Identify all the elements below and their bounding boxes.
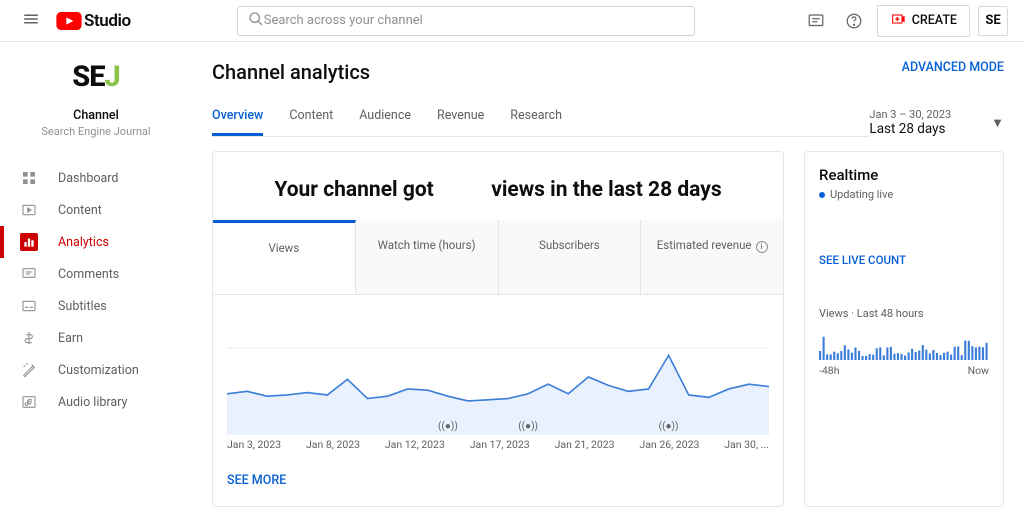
main-content: Channel analytics ADVANCED MODE Overview… [192, 42, 1024, 525]
sidebar-item-comments[interactable]: Comments [0, 258, 192, 290]
channel-title: Channel [0, 108, 192, 123]
realtime-live-status: Updating live [819, 188, 989, 201]
sidebar-item-label: Analytics [58, 235, 109, 250]
broadcast-icon: ((●)) [438, 421, 458, 432]
realtime-chart [819, 328, 989, 360]
sidebar-item-customization[interactable]: Customization [0, 354, 192, 386]
metric-tab-subscribers[interactable]: Subscribers [499, 220, 642, 294]
sidebar-item-content[interactable]: Content [0, 194, 192, 226]
sidebar-item-label: Subtitles [58, 299, 107, 314]
tab-research[interactable]: Research [510, 98, 562, 136]
metric-tab-revenue[interactable]: Estimated revenuei [641, 220, 783, 294]
youtube-icon [56, 12, 82, 30]
channel-subtitle: Search Engine Journal [0, 125, 192, 138]
sidebar-item-label: Customization [58, 363, 139, 378]
realtime-title: Realtime [819, 166, 989, 184]
realtime-range: -48h Now [819, 364, 989, 377]
feedback-icon[interactable] [801, 6, 831, 36]
sidebar-item-earn[interactable]: Earn [0, 322, 192, 354]
sidebar-item-label: Audio library [58, 395, 127, 410]
dashboard-icon [20, 169, 38, 187]
search-box[interactable] [237, 6, 695, 36]
metric-tab-watch-time[interactable]: Watch time (hours) [356, 220, 499, 294]
overview-card: Your channel got views in the last 28 da… [212, 151, 784, 507]
analytics-icon [20, 233, 38, 251]
comments-icon [20, 265, 38, 283]
live-dot-icon [819, 192, 825, 198]
advanced-mode-link[interactable]: ADVANCED MODE [902, 60, 1004, 75]
tab-content[interactable]: Content [289, 98, 333, 136]
tab-overview[interactable]: Overview [212, 98, 263, 136]
analytics-tabs: Overview Content Audience Revenue Resear… [212, 98, 869, 137]
date-range-small: Jan 3 – 30, 2023 [869, 108, 951, 121]
account-avatar[interactable]: SE [978, 6, 1008, 36]
sidebar-item-label: Comments [58, 267, 119, 282]
tab-revenue[interactable]: Revenue [437, 98, 484, 136]
realtime-card: Realtime Updating live SEE LIVE COUNT Vi… [804, 151, 1004, 507]
see-live-count-link[interactable]: SEE LIVE COUNT [819, 253, 989, 267]
studio-word: Studio [84, 11, 131, 31]
sidebar-item-dashboard[interactable]: Dashboard [0, 162, 192, 194]
overview-headline: Your channel got views in the last 28 da… [227, 178, 769, 202]
create-plus-icon [890, 11, 906, 31]
realtime-views-label: Views · Last 48 hours [819, 307, 989, 320]
create-label: CREATE [912, 13, 957, 28]
chevron-down-icon: ▼ [991, 115, 1004, 131]
info-icon: i [756, 241, 768, 253]
metric-tab-views[interactable]: Views [213, 220, 356, 294]
channel-logo: SEJ [0, 60, 192, 94]
broadcast-icon: ((●)) [659, 421, 679, 432]
customization-icon [20, 361, 38, 379]
sidebar-item-label: Content [58, 203, 102, 218]
page-title: Channel analytics [212, 60, 370, 84]
see-more-link[interactable]: SEE MORE [227, 473, 769, 488]
search-icon [248, 11, 264, 31]
subtitles-icon [20, 297, 38, 315]
earn-icon [20, 329, 38, 347]
help-icon[interactable] [839, 6, 869, 36]
sidebar-item-label: Dashboard [58, 171, 118, 186]
chart-x-axis: Jan 3, 2023 Jan 8, 2023 Jan 12, 2023 Jan… [227, 438, 769, 451]
broadcast-icon: ((●)) [518, 421, 538, 432]
channel-avatar-block[interactable]: SEJ Channel Search Engine Journal [0, 42, 192, 150]
date-range-main: Last 28 days [869, 121, 951, 137]
sidebar-item-label: Earn [58, 331, 83, 346]
create-button[interactable]: CREATE [877, 5, 970, 37]
tab-audience[interactable]: Audience [359, 98, 411, 136]
sidebar-item-analytics[interactable]: Analytics [0, 226, 192, 258]
sidebar-item-audio-library[interactable]: Audio library [0, 386, 192, 418]
audio-library-icon [20, 393, 38, 411]
date-range-picker[interactable]: Jan 3 – 30, 2023 Last 28 days ▼ [869, 108, 1004, 137]
menu-icon[interactable] [16, 4, 46, 38]
sidebar-item-subtitles[interactable]: Subtitles [0, 290, 192, 322]
studio-logo[interactable]: Studio [56, 11, 131, 31]
content-icon [20, 201, 38, 219]
metric-tabs: Views Watch time (hours) Subscribers Est… [213, 220, 783, 295]
views-chart: ((●)) ((●)) ((●)) Jan 3, 2023 Jan 8, 202… [227, 315, 769, 451]
app-header: Studio CREATE SE [0, 0, 1024, 42]
sidebar: SEJ Channel Search Engine Journal Dashbo… [0, 42, 192, 525]
search-input[interactable] [264, 13, 684, 28]
